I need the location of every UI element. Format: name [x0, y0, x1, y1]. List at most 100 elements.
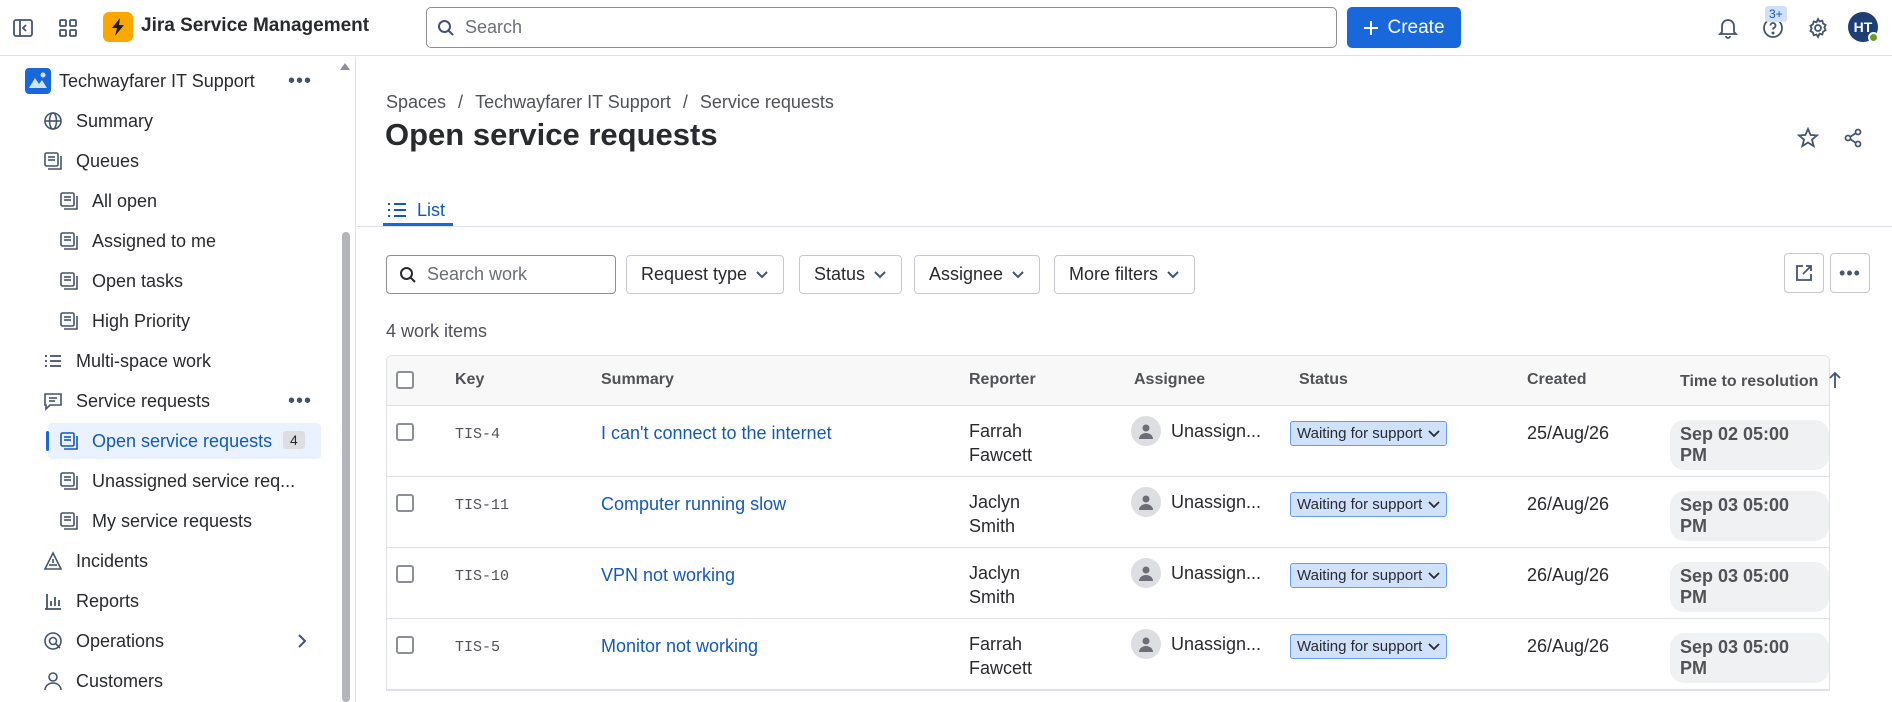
sidebar-item-all-open[interactable]: All open: [58, 183, 157, 219]
row-reporter: Jaclyn Smith: [969, 561, 1079, 609]
queue-icon: [58, 510, 80, 532]
assignee-label: Unassign...: [1171, 491, 1262, 512]
sidebar-item-high-priority[interactable]: High Priority: [58, 303, 190, 339]
more-filters-button[interactable]: More filters: [1054, 255, 1196, 294]
row-assignee[interactable]: Unassign...: [1131, 487, 1261, 517]
row-created: 25/Aug/26: [1527, 423, 1610, 443]
column-header-key[interactable]: Key: [455, 371, 484, 389]
sidebar-scrollbar[interactable]: [342, 232, 350, 702]
row-summary-link[interactable]: Computer running slow: [601, 494, 786, 515]
row-status-dropdown[interactable]: Waiting for support: [1290, 421, 1448, 446]
column-header-reporter[interactable]: Reporter: [969, 371, 1036, 389]
row-status-dropdown[interactable]: Waiting for support: [1290, 634, 1448, 659]
reporter-last-name: Fawcett: [969, 445, 1033, 465]
notifications-bell-icon[interactable]: [1713, 13, 1743, 43]
status-label: Waiting for support: [1297, 496, 1423, 513]
row-checkbox[interactable]: [396, 636, 414, 654]
filter-label: More filters: [1069, 264, 1159, 284]
row-time-to-resolution: Sep 03 05:00 PM: [1670, 633, 1829, 683]
star-icon[interactable]: [1793, 123, 1823, 153]
sidebar-item-my-service-requests[interactable]: My service requests: [58, 503, 252, 539]
create-button[interactable]: Create: [1347, 7, 1461, 48]
sidebar-item-incidents[interactable]: Incidents: [42, 543, 148, 579]
row-status-dropdown[interactable]: Waiting for support: [1290, 492, 1448, 517]
open-external-button[interactable]: [1784, 253, 1824, 293]
status-label: Waiting for support: [1297, 567, 1423, 584]
sidebar-item-summary[interactable]: Summary: [42, 103, 153, 139]
row-summary-link[interactable]: VPN not working: [601, 565, 735, 586]
row-key[interactable]: TIS-11: [455, 497, 509, 514]
app-title[interactable]: Jira Service Management: [141, 15, 369, 37]
row-assignee[interactable]: Unassign...: [1131, 629, 1261, 659]
row-summary-link[interactable]: I can't connect to the internet: [601, 423, 832, 444]
sidebar-item-multi-space-work[interactable]: Multi-space work: [42, 343, 211, 379]
column-header-assignee[interactable]: Assignee: [1134, 371, 1205, 389]
table-header-row: Key Summary Reporter Assignee Status Cre…: [387, 356, 1841, 406]
status-filter[interactable]: Status: [799, 255, 903, 294]
sidebar-item-label: Service requests: [76, 390, 211, 411]
sidebar-item-label: Operations: [76, 630, 165, 651]
row-status-dropdown[interactable]: Waiting for support: [1290, 563, 1448, 588]
message-icon: [42, 390, 64, 412]
sidebar-item-reports[interactable]: Reports: [42, 583, 139, 619]
sidebar-toggle-icon[interactable]: [8, 13, 38, 43]
row-created: 26/Aug/26: [1527, 565, 1610, 585]
column-header-created[interactable]: Created: [1527, 371, 1587, 389]
row-checkbox[interactable]: [396, 565, 414, 583]
chevron-right-icon[interactable]: [290, 629, 314, 653]
sidebar-project-header[interactable]: Techwayfarer IT Support: [25, 63, 255, 99]
request-type-filter[interactable]: Request type: [626, 255, 785, 294]
sidebar-item-open-service-requests[interactable]: Open service requests 4: [48, 423, 321, 459]
breadcrumb-service-requests[interactable]: Service requests: [700, 92, 834, 113]
search-work-field[interactable]: [386, 255, 616, 294]
sidebar-item-open-tasks[interactable]: Open tasks: [58, 263, 183, 299]
unassigned-avatar-icon: [1131, 558, 1161, 588]
row-key[interactable]: TIS-5: [455, 639, 500, 656]
chevron-down-icon: [1428, 429, 1440, 437]
sidebar-item-queues[interactable]: Queues: [42, 143, 139, 179]
row-assignee[interactable]: Unassign...: [1131, 416, 1261, 446]
table-row[interactable]: TIS-11 Computer running slow Jaclyn Smit…: [387, 477, 1829, 548]
column-header-summary[interactable]: Summary: [601, 371, 674, 389]
sidebar-item-customers[interactable]: Customers: [42, 663, 163, 699]
share-icon[interactable]: [1838, 123, 1868, 153]
breadcrumb-separator: /: [458, 92, 464, 112]
breadcrumb-project[interactable]: Techwayfarer IT Support: [475, 92, 671, 113]
table-row[interactable]: TIS-4 I can't connect to the internet Fa…: [387, 406, 1829, 477]
global-search-input[interactable]: [465, 17, 1325, 38]
app-switcher-icon[interactable]: [53, 13, 83, 43]
service-requests-more-icon[interactable]: •••: [288, 389, 312, 413]
table-row[interactable]: TIS-5 Monitor not working Farrah Fawcett…: [387, 619, 1829, 690]
sidebar-item-service-requests[interactable]: Service requests: [42, 383, 210, 419]
breadcrumb-separator: /: [682, 92, 688, 112]
sidebar: Techwayfarer IT Support ••• Summary Queu…: [0, 57, 356, 702]
row-key[interactable]: TIS-10: [455, 568, 509, 585]
sidebar-item-unassigned-service-requests[interactable]: Unassigned service req...: [58, 463, 295, 499]
row-assignee[interactable]: Unassign...: [1131, 558, 1261, 588]
column-header-time-to-resolution[interactable]: Time to resolution: [1680, 371, 1841, 391]
row-checkbox[interactable]: [396, 494, 414, 512]
project-more-icon[interactable]: •••: [288, 69, 312, 93]
breadcrumb-spaces[interactable]: Spaces: [386, 92, 446, 113]
global-search-field[interactable]: [426, 7, 1337, 48]
reporter-last-name: Fawcett: [969, 658, 1033, 678]
settings-gear-icon[interactable]: [1803, 13, 1833, 43]
scroll-up-arrow[interactable]: [340, 63, 350, 70]
sidebar-item-assigned-to-me[interactable]: Assigned to me: [58, 223, 216, 259]
person-icon: [42, 670, 64, 692]
chevron-down-icon: [874, 270, 886, 278]
row-summary-link[interactable]: Monitor not working: [601, 636, 758, 657]
more-actions-button[interactable]: •••: [1830, 253, 1870, 293]
list-icon: [42, 350, 64, 372]
row-key[interactable]: TIS-4: [455, 426, 500, 443]
jira-logo-icon[interactable]: [103, 12, 133, 42]
select-all-checkbox[interactable]: [396, 371, 414, 389]
search-work-input[interactable]: [427, 264, 607, 285]
sidebar-item-operations[interactable]: Operations: [42, 623, 164, 659]
assignee-filter[interactable]: Assignee: [914, 255, 1041, 294]
table-row[interactable]: TIS-10 VPN not working Jaclyn Smith Unas…: [387, 548, 1829, 619]
row-checkbox[interactable]: [396, 423, 414, 441]
tab-list[interactable]: List: [383, 193, 449, 227]
chevron-down-icon: [1428, 571, 1440, 579]
column-header-status[interactable]: Status: [1299, 371, 1348, 389]
